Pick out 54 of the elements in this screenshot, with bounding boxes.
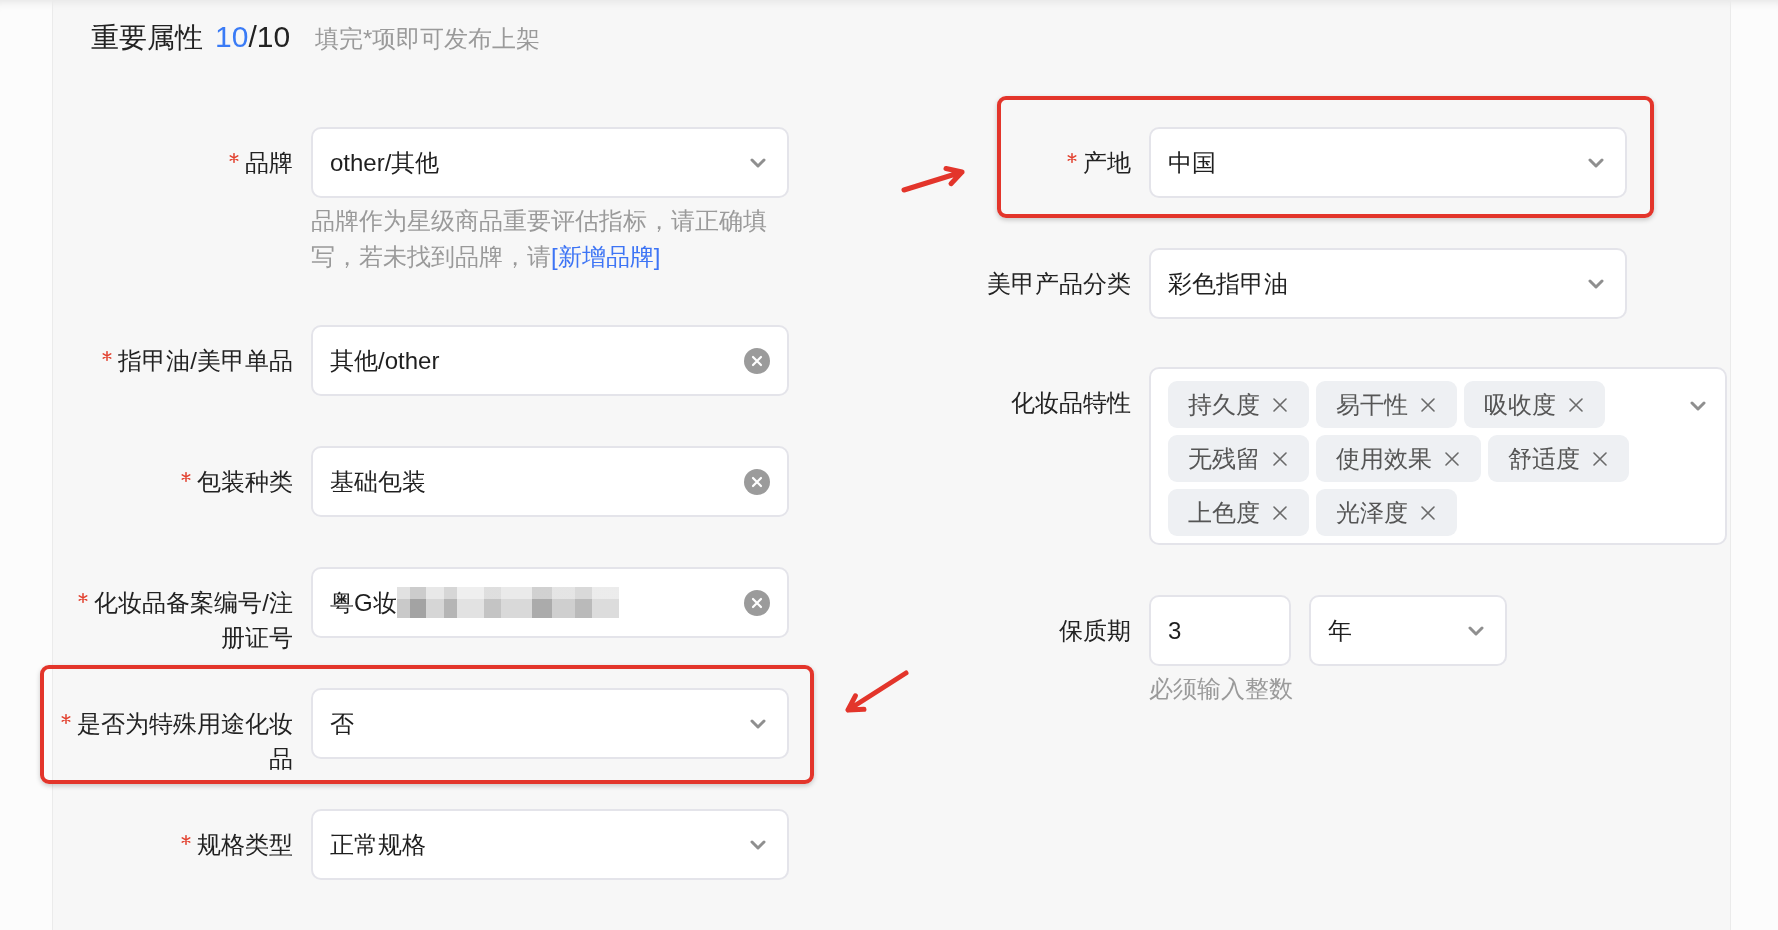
clear-icon[interactable] (744, 468, 770, 495)
chevron-down-icon (750, 157, 766, 168)
field-label: 包装种类 (197, 468, 293, 495)
text-field[interactable]: 基础包装 (311, 446, 789, 517)
close-icon[interactable] (1421, 397, 1435, 412)
select-field[interactable]: other/其他 (311, 127, 789, 198)
select-field[interactable]: 中国 (1149, 127, 1627, 198)
chevron-down-icon (1588, 157, 1604, 168)
chevron-down-icon (1468, 625, 1484, 636)
field-label: 美甲产品分类 (987, 270, 1131, 297)
section-hint: 填完*项即可发布上架 (315, 24, 541, 54)
chevron-down-icon (750, 839, 766, 850)
close-icon[interactable] (1445, 451, 1459, 466)
text-field[interactable]: 粤G妆 (311, 567, 789, 638)
text-field[interactable]: 其他/other (311, 325, 789, 396)
close-icon[interactable] (1421, 505, 1435, 520)
feature-tag[interactable]: 持久度 (1168, 381, 1309, 428)
select-field[interactable]: 否 (311, 688, 789, 759)
number-field[interactable]: 3 (1149, 595, 1291, 666)
field-label: 指甲油/美甲单品 (118, 347, 293, 374)
field-label: 规格类型 (197, 831, 293, 858)
field-label: 品牌 (245, 149, 293, 176)
field-label: 保质期 (1059, 617, 1131, 644)
multi-select-field[interactable]: 持久度 易干性 吸收度 无残留 使用效果 舒适度 上色度 光泽度 (1149, 367, 1727, 545)
help-text: 品牌作为星级商品重要评估指标，请正确填写，若未找到品牌，请[新增品牌] (311, 206, 768, 272)
select-field[interactable]: 正常规格 (311, 809, 789, 880)
progress-count: 10 (215, 19, 249, 55)
feature-tag[interactable]: 上色度 (1168, 489, 1309, 536)
clear-icon[interactable] (744, 347, 770, 374)
chevron-down-icon (750, 718, 766, 729)
feature-tag[interactable]: 吸收度 (1464, 381, 1605, 428)
feature-tag[interactable]: 无残留 (1168, 435, 1309, 482)
add-brand-link[interactable]: [新增品牌] (551, 243, 661, 270)
field-label: 产地 (1083, 149, 1131, 176)
select-field[interactable]: 彩色指甲油 (1149, 248, 1627, 319)
help-text: 必须输入整数 (1149, 674, 1294, 704)
close-icon[interactable] (1273, 451, 1287, 466)
close-icon[interactable] (1569, 397, 1583, 412)
chevron-down-icon (1690, 401, 1706, 411)
chevron-down-icon (1588, 278, 1604, 289)
feature-tag[interactable]: 舒适度 (1488, 435, 1629, 482)
field-label: 化妆品特性 (1011, 389, 1131, 416)
field-label: 化妆品备案编号/注册证号 (94, 589, 293, 651)
close-icon[interactable] (1273, 397, 1287, 412)
close-icon[interactable] (1273, 505, 1287, 520)
close-icon[interactable] (1593, 451, 1607, 466)
progress-total: /10 (248, 19, 291, 55)
section-title: 重要属性 (91, 21, 203, 55)
field-label: 是否为特殊用途化妆品 (77, 710, 293, 772)
feature-tag[interactable]: 使用效果 (1316, 435, 1481, 482)
unit-select[interactable]: 年 (1309, 595, 1507, 666)
clear-icon[interactable] (744, 589, 770, 616)
feature-tag[interactable]: 易干性 (1316, 381, 1457, 428)
feature-tag[interactable]: 光泽度 (1316, 489, 1457, 536)
